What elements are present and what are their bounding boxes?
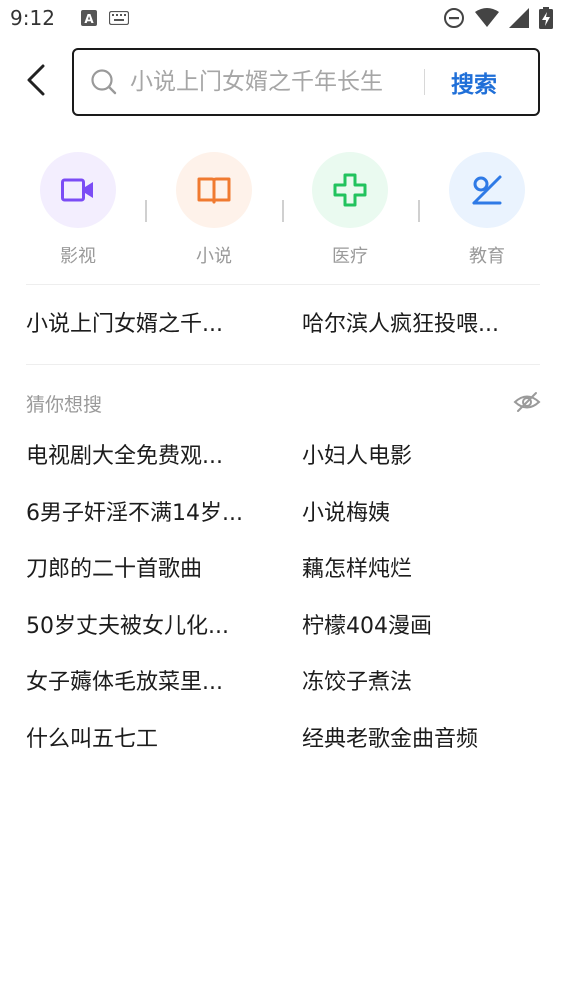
- category-novel-circle: [176, 152, 252, 228]
- category-shortcuts: 影视 小说 医疗 教育: [0, 152, 565, 272]
- category-label: 教育: [469, 246, 505, 267]
- guess-item[interactable]: 小说梅姨: [302, 495, 532, 527]
- chevron-left-icon: [27, 64, 45, 96]
- keyboard-icon: [108, 11, 129, 25]
- search-box[interactable]: 搜索: [72, 48, 540, 116]
- guess-item[interactable]: 冻饺子煮法: [302, 664, 532, 696]
- guess-item[interactable]: 小妇人电影: [302, 438, 532, 470]
- category-separator: [145, 200, 147, 222]
- search-header: 搜索: [0, 46, 565, 118]
- video-icon: [61, 178, 93, 202]
- status-bar: 9:12 A: [0, 0, 565, 36]
- divider: [26, 364, 540, 365]
- guess-item[interactable]: 藕怎样炖烂: [302, 551, 532, 583]
- search-input[interactable]: [130, 69, 420, 95]
- guess-section-title: 猜你想搜: [26, 394, 103, 416]
- guess-item[interactable]: 女子薅体毛放菜里...: [26, 664, 256, 696]
- back-button[interactable]: [18, 60, 54, 100]
- wifi-icon: [475, 8, 499, 27]
- status-time: 9:12: [10, 6, 55, 30]
- search-button[interactable]: 搜索: [451, 65, 497, 99]
- divider: [26, 284, 540, 285]
- category-education[interactable]: 教育: [442, 152, 532, 268]
- search-icon: [91, 69, 117, 95]
- history-item[interactable]: 小说上门女婿之千...: [26, 306, 256, 338]
- guess-item[interactable]: 电视剧大全免费观...: [26, 438, 256, 470]
- search-divider: [424, 69, 425, 95]
- eye-hidden-icon[interactable]: [513, 390, 541, 414]
- category-video-circle: [40, 152, 116, 228]
- history-item[interactable]: 哈尔滨人疯狂投喂...: [302, 306, 532, 338]
- guess-item[interactable]: 经典老歌金曲音频: [302, 721, 532, 753]
- category-education-circle: [449, 152, 525, 228]
- do-not-disturb-icon: [444, 8, 464, 28]
- category-label: 医疗: [332, 246, 368, 267]
- education-icon: [472, 175, 502, 205]
- medical-cross-icon: [333, 173, 367, 207]
- category-novel[interactable]: 小说: [169, 152, 259, 268]
- category-label: 小说: [196, 246, 232, 267]
- guess-item[interactable]: 50岁丈夫被女儿化...: [26, 608, 256, 640]
- battery-charging-icon: [539, 7, 553, 29]
- guess-item[interactable]: 刀郎的二十首歌曲: [26, 551, 256, 583]
- signal-icon: [509, 8, 529, 28]
- guess-item[interactable]: 柠檬404漫画: [302, 608, 532, 640]
- book-icon: [197, 177, 231, 204]
- notification-a-icon: A: [80, 10, 97, 26]
- guess-item[interactable]: 6男子奸淫不满14岁...: [26, 495, 256, 527]
- category-separator: [418, 200, 420, 222]
- category-separator: [282, 200, 284, 222]
- category-video[interactable]: 影视: [33, 152, 123, 268]
- search-history: 小说上门女婿之千... 哈尔滨人疯狂投喂...: [0, 306, 565, 342]
- category-medical[interactable]: 医疗: [305, 152, 395, 268]
- category-medical-circle: [312, 152, 388, 228]
- svg-text:A: A: [84, 12, 94, 26]
- category-label: 影视: [60, 246, 96, 267]
- guess-item[interactable]: 什么叫五七工: [26, 721, 256, 753]
